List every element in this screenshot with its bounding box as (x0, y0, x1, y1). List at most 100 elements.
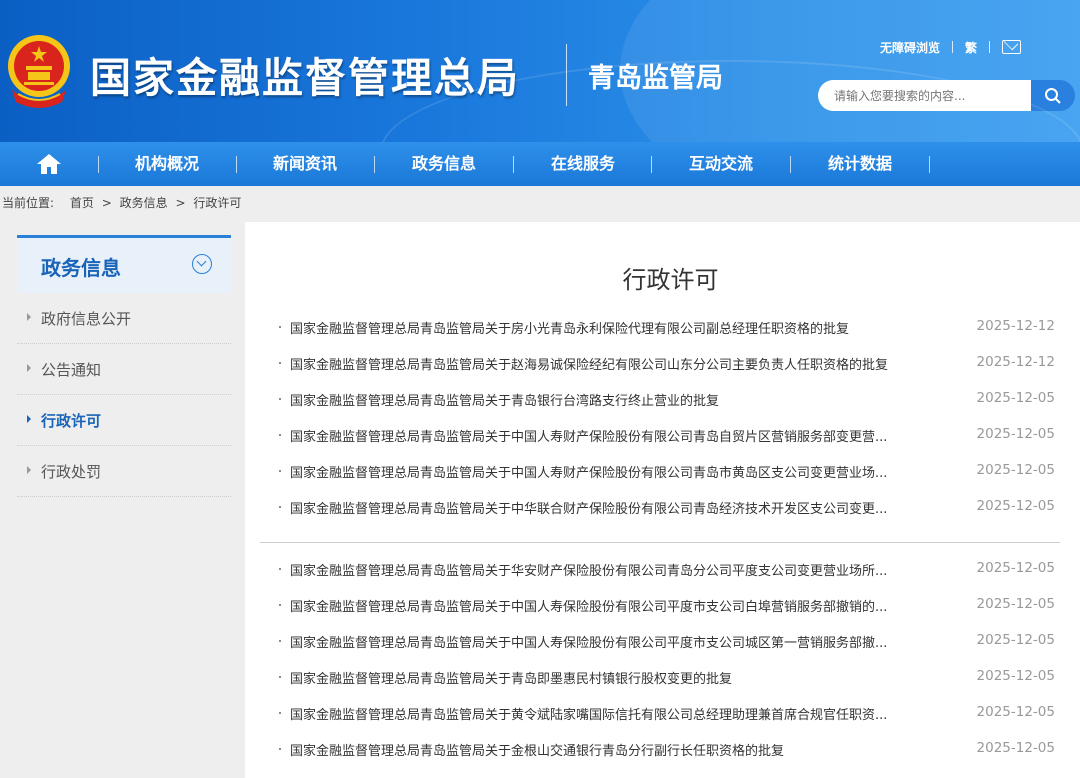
list-item-date: 2025-12-05 (976, 632, 1055, 648)
home-icon[interactable] (36, 153, 62, 175)
nav-separator (651, 156, 652, 173)
list-item-date: 2025-12-05 (976, 668, 1055, 684)
breadcrumb-prefix: 当前位置: (2, 196, 55, 210)
list-item[interactable]: 国家金融监督管理总局青岛监管局关于中国人寿财产保险股份有限公司青岛市黄岛区支公司… (275, 453, 1055, 489)
list-item[interactable]: 国家金融监督管理总局青岛监管局关于中国人寿财产保险股份有限公司青岛自贸片区营销服… (275, 417, 1055, 453)
breadcrumb-separator: > (101, 196, 112, 210)
bullet-icon (279, 470, 281, 472)
nav-separator (374, 156, 375, 173)
list-item-date: 2025-12-05 (976, 596, 1055, 612)
traditional-chinese-link[interactable]: 繁 (965, 39, 977, 56)
accessible-browse-link[interactable]: 无障碍浏览 (880, 39, 940, 56)
sidebar-header: 政务信息 (17, 235, 231, 293)
sidebar-item-label: 政府信息公开 (41, 310, 132, 328)
nav-item-interaction[interactable]: 互动交流 (666, 142, 776, 186)
bullet-icon (279, 506, 281, 508)
list-item-date: 2025-12-05 (976, 390, 1055, 406)
nav-item-online-service[interactable]: 在线服务 (528, 142, 638, 186)
list-item-date: 2025-12-05 (976, 462, 1055, 478)
page-title: 行政许可 (622, 266, 719, 294)
bullet-icon (279, 640, 281, 642)
list-item[interactable]: 国家金融监督管理总局青岛监管局关于中国人寿保险股份有限公司平度市支公司白埠营销服… (275, 587, 1055, 623)
list-item[interactable]: 国家金融监督管理总局青岛监管局关于华安财产保险股份有限公司青岛分公司平度支公司变… (275, 551, 1055, 587)
site-header: 国家金融监督管理总局 青岛监管局 无障碍浏览 繁 (0, 0, 1080, 142)
chevron-down-icon[interactable] (192, 254, 212, 274)
search-input[interactable] (818, 80, 1031, 111)
caret-right-icon (27, 364, 31, 372)
sidebar-item-label: 行政许可 (41, 412, 102, 430)
header-divider (566, 44, 567, 106)
sidebar: 政务信息 政府信息公开 公告通知 行政许可 行政处罚 (17, 235, 231, 497)
bureau-name[interactable]: 青岛监管局 (588, 56, 723, 95)
list-item-title[interactable]: 国家金融监督管理总局青岛监管局关于中国人寿财产保险股份有限公司青岛自贸片区营销服… (290, 426, 887, 445)
caret-right-icon (27, 313, 31, 321)
list-item-date: 2025-12-12 (976, 354, 1055, 370)
bullet-icon (279, 604, 281, 606)
caret-right-icon (27, 415, 31, 423)
sidebar-item-info-disclosure[interactable]: 政府信息公开 (17, 293, 231, 344)
main-nav: 机构概况 新闻资讯 政务信息 在线服务 互动交流 统计数据 (0, 142, 1080, 186)
list-item[interactable]: 国家金融监督管理总局青岛监管局关于中华联合财产保险股份有限公司青岛经济技术开发区… (275, 489, 1055, 525)
list-divider (260, 542, 1060, 543)
nav-item-statistics[interactable]: 统计数据 (805, 142, 915, 186)
content-panel: 行政许可 国家金融监督管理总局青岛监管局关于房小光青岛永利保险代理有限公司副总经… (245, 222, 1080, 778)
bullet-icon (279, 326, 281, 328)
breadcrumb-home[interactable]: 首页 (70, 196, 94, 210)
sidebar-item-label: 行政处罚 (41, 463, 102, 481)
breadcrumb-current[interactable]: 行政许可 (193, 196, 241, 210)
list-item-date: 2025-12-05 (976, 704, 1055, 720)
bullet-icon (279, 434, 281, 436)
bullet-icon (279, 712, 281, 714)
list-item[interactable]: 国家金融监督管理总局青岛监管局关于黄令斌陆家嘴国际信托有限公司总经理助理兼首席合… (275, 695, 1055, 731)
list-item-title[interactable]: 国家金融监督管理总局青岛监管局关于房小光青岛永利保险代理有限公司副总经理任职资格… (290, 318, 849, 337)
national-emblem-icon[interactable] (4, 32, 74, 108)
breadcrumb: 当前位置: 首页 > 政务信息 > 行政许可 (2, 194, 245, 211)
caret-right-icon (27, 466, 31, 474)
sidebar-item-label: 公告通知 (41, 361, 102, 379)
list-item-title[interactable]: 国家金融监督管理总局青岛监管局关于赵海易诚保险经纪有限公司山东分公司主要负责人任… (290, 354, 888, 373)
breadcrumb-section[interactable]: 政务信息 (120, 196, 168, 210)
list-item-title[interactable]: 国家金融监督管理总局青岛监管局关于青岛即墨惠民村镇银行股权变更的批复 (290, 668, 732, 687)
list-item[interactable]: 国家金融监督管理总局青岛监管局关于房小光青岛永利保险代理有限公司副总经理任职资格… (275, 309, 1055, 345)
list-item-date: 2025-12-12 (976, 318, 1055, 334)
bullet-icon (279, 568, 281, 570)
breadcrumb-separator: > (175, 196, 186, 210)
sidebar-item-admin-penalty[interactable]: 行政处罚 (17, 446, 231, 497)
list-item-title[interactable]: 国家金融监督管理总局青岛监管局关于黄令斌陆家嘴国际信托有限公司总经理助理兼首席合… (290, 704, 887, 723)
nav-item-government-info[interactable]: 政务信息 (389, 142, 499, 186)
nav-item-news[interactable]: 新闻资讯 (250, 142, 360, 186)
list-item-title[interactable]: 国家金融监督管理总局青岛监管局关于中国人寿保险股份有限公司平度市支公司白埠营销服… (290, 596, 887, 615)
list-item-title[interactable]: 国家金融监督管理总局青岛监管局关于中国人寿保险股份有限公司平度市支公司城区第一营… (290, 632, 887, 651)
sidebar-title: 政务信息 (41, 256, 121, 280)
sidebar-item-notices[interactable]: 公告通知 (17, 344, 231, 395)
list-item-title[interactable]: 国家金融监督管理总局青岛监管局关于金根山交通银行青岛分行副行长任职资格的批复 (290, 740, 784, 759)
list-item-title[interactable]: 国家金融监督管理总局青岛监管局关于华安财产保险股份有限公司青岛分公司平度支公司变… (290, 560, 887, 579)
util-separator (952, 41, 954, 53)
list-item-date: 2025-12-05 (976, 740, 1055, 756)
list-item-date: 2025-12-05 (976, 560, 1055, 576)
util-separator (989, 41, 991, 53)
nav-separator (513, 156, 514, 173)
sidebar-item-admin-license[interactable]: 行政许可 (17, 395, 231, 446)
mail-icon[interactable] (1002, 40, 1022, 54)
bullet-icon (279, 362, 281, 364)
list-item-title[interactable]: 国家金融监督管理总局青岛监管局关于中国人寿财产保险股份有限公司青岛市黄岛区支公司… (290, 462, 887, 481)
list-item-title[interactable]: 国家金融监督管理总局青岛监管局关于中华联合财产保险股份有限公司青岛经济技术开发区… (290, 498, 887, 517)
list-item[interactable]: 国家金融监督管理总局青岛监管局关于青岛即墨惠民村镇银行股权变更的批复 2025-… (275, 659, 1055, 695)
bullet-icon (279, 676, 281, 678)
nav-separator (790, 156, 791, 173)
org-name[interactable]: 国家金融监督管理总局 (90, 44, 520, 104)
utility-links: 无障碍浏览 繁 (880, 38, 1022, 56)
bullet-icon (279, 748, 281, 750)
nav-separator (98, 156, 99, 173)
nav-item-institution[interactable]: 机构概况 (112, 142, 222, 186)
search-icon (1045, 87, 1061, 104)
list-item[interactable]: 国家金融监督管理总局青岛监管局关于中国人寿保险股份有限公司平度市支公司城区第一营… (275, 623, 1055, 659)
nav-separator (929, 156, 930, 173)
list-item-title[interactable]: 国家金融监督管理总局青岛监管局关于青岛银行台湾路支行终止营业的批复 (290, 390, 719, 409)
list-item[interactable]: 国家金融监督管理总局青岛监管局关于金根山交通银行青岛分行副行长任职资格的批复 2… (275, 731, 1055, 767)
search-button[interactable] (1031, 80, 1075, 111)
list-item[interactable]: 国家金融监督管理总局青岛监管局关于赵海易诚保险经纪有限公司山东分公司主要负责人任… (275, 345, 1055, 381)
bullet-icon (279, 398, 281, 400)
list-item[interactable]: 国家金融监督管理总局青岛监管局关于青岛银行台湾路支行终止营业的批复 2025-1… (275, 381, 1055, 417)
